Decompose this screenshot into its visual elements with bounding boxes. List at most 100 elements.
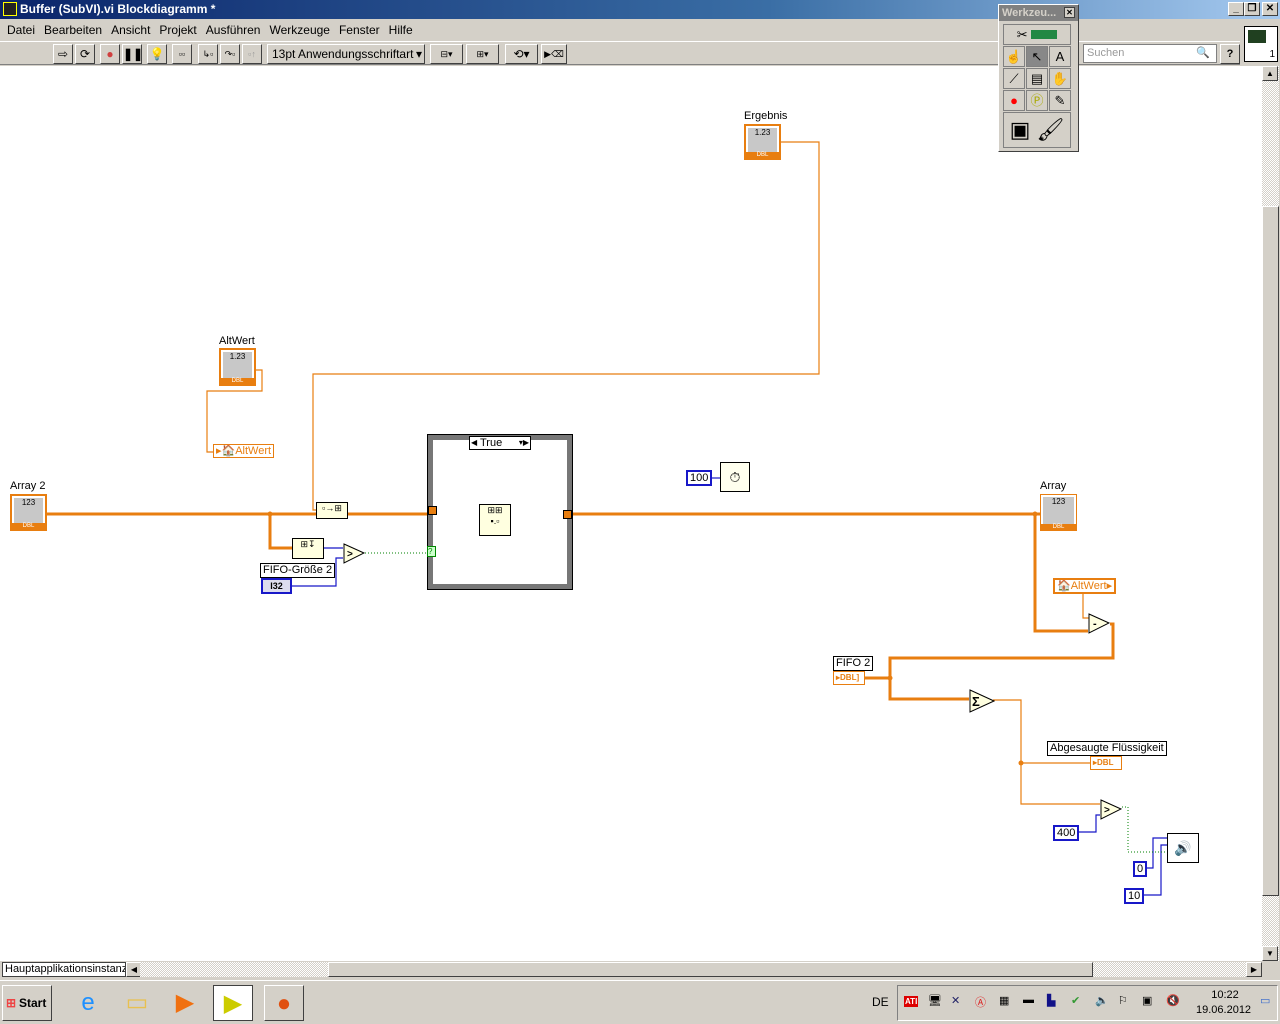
wire-array-to-subtract [1033,514,1088,633]
operate-tool-icon[interactable]: ☝ [1003,46,1025,67]
greater-than-node-2[interactable]: > [1100,799,1123,823]
shortcut-menu-tool-icon[interactable]: ▤ [1026,68,1048,89]
fifo2-control[interactable]: ▸DBL] [833,671,865,685]
case-selector[interactable]: ◀ True ▾▶ [469,436,531,450]
wire-0 [1145,837,1168,869]
palette-close-icon[interactable]: ✕ [1064,7,1075,18]
app-icon[interactable]: ▙ [1047,994,1055,1007]
array-label: Array [1040,480,1067,492]
scroll-tool-icon[interactable]: ✋ [1049,68,1071,89]
network-icon[interactable]: ▣ [1142,994,1152,1007]
case-selector-terminal: ? [427,546,436,557]
fifo-size-control[interactable]: I32 [261,578,292,594]
ergebnis-label: Ergebnis [744,110,788,122]
dbl-tag: DBL [1041,524,1076,530]
case-next-icon[interactable]: ▾▶ [519,437,529,449]
vertical-scrollbar[interactable]: ▲ ▼ [1262,66,1279,961]
position-tool-icon[interactable]: ↖ [1026,46,1048,67]
network-card-icon[interactable]: ▬ [1023,994,1034,1006]
dbl-tag: DBL [12,523,45,529]
case-input-tunnel [428,506,437,515]
case-output-tunnel [563,510,572,519]
tools-palette: Werkzeu... ✕ ✂ ☝ ↖ A ⟋ ▤ ✋ ● Ⓟ ✎ ▣ 🖌 [998,4,1079,152]
taskbar: ⊞ Start e ▭ ▶ ▶ ● DE ATI 🖥 ✕ Ⓐ ▦ ▬ ▙ ✔ 🔈 … [0,980,1280,1024]
subtract-node[interactable]: - [1088,613,1111,637]
windows-logo-icon: ⊞ [6,996,17,1010]
clock-date[interactable]: 19.06.2012 [1196,1004,1251,1016]
altwert-label: AltWert [219,335,255,347]
altwert-local-variable-write[interactable]: ▸🏠AltWert [213,444,275,458]
wire-400 [1077,814,1100,833]
const-100[interactable]: 100 [686,470,713,486]
display-icon[interactable]: 🖥 [928,994,942,1007]
array-indicator[interactable]: 123 DBL [1040,494,1077,531]
abgesaugt-indicator[interactable]: ▸DBL [1090,756,1122,770]
wiring-tool-icon[interactable]: ⟋ [1003,68,1025,89]
greater-than-node[interactable]: > [343,543,366,567]
abgesaugt-label: Abgesaugte Flüssigkeit [1047,741,1167,756]
dbl-tag: DBL [221,378,254,384]
volume-icon[interactable]: 🔈 [1095,994,1109,1007]
muted-speaker-icon[interactable]: 🔇 [1166,994,1180,1007]
const-400[interactable]: 400 [1053,825,1080,841]
fifo2-type: DBL [840,673,857,682]
const-0[interactable]: 0 [1133,861,1148,877]
text-tool-icon[interactable]: A [1049,46,1071,67]
close-button[interactable]: ✕ [1262,2,1278,16]
safely-remove-icon[interactable]: ✔ [1071,994,1080,1007]
language-indicator[interactable]: DE [872,995,889,1009]
breakpoint-tool-icon[interactable]: ● [1003,90,1025,111]
num-icon: 1.23 [754,128,771,137]
clock-time[interactable]: 10:22 [1210,989,1240,1001]
ati-icon[interactable]: ATI [904,996,919,1007]
start-button[interactable]: ⊞ Start [2,985,52,1021]
antivirus-icon[interactable]: Ⓐ [975,994,986,1010]
fifo2-label: FIFO 2 [833,656,874,671]
horizontal-scrollbar[interactable]: ▶ [140,962,1262,977]
wire-fifo2 [865,676,969,701]
show-desktop-icon[interactable]: ▭ [1260,994,1270,1007]
coloring-tool-icon[interactable]: ▣ 🖌 [1003,112,1071,148]
wait-ms-icon[interactable]: ⏱ [720,462,750,492]
system-tray: ATI 🖥 ✕ Ⓐ ▦ ▬ ▙ ✔ 🔈 ⚐ ▣ 🔇 10:22 19.06.20… [897,985,1278,1021]
array-subset-node[interactable]: ⊞⊞ ▪.▫ [479,504,511,536]
array-icon: 123 [1051,497,1066,506]
array2-label: Array 2 [10,480,46,492]
case-prev-icon[interactable]: ◀ [471,437,477,449]
array-size-node[interactable]: ⊞↧ [292,538,324,559]
tool-icon[interactable]: ▦ [999,994,1009,1007]
action-center-flag-icon[interactable]: ⚐ [1118,994,1128,1007]
color-copy-tool-icon[interactable]: ✎ [1049,90,1071,111]
media-player-icon[interactable]: ▶ [165,985,205,1021]
svg-text:>: > [1104,805,1110,816]
altwert-indicator[interactable]: 1.23 DBL [219,348,256,386]
horizontal-scroll-thumb[interactable] [328,962,1093,977]
scroll-up-button[interactable]: ▲ [1262,66,1278,81]
explorer-folder-icon[interactable]: ▭ [117,985,157,1021]
scroll-right-button[interactable]: ▶ [1246,962,1262,977]
scroll-down-button[interactable]: ▼ [1262,946,1278,961]
vertical-scroll-thumb[interactable] [1262,206,1279,896]
insert-into-array-node[interactable]: ▫→⊞ [316,502,348,519]
internet-explorer-icon[interactable]: e [68,985,108,1021]
svg-text:Σ: Σ [972,694,980,709]
ergebnis-indicator[interactable]: 1.23 DBL [744,124,781,160]
wire-to-array-size [268,514,292,550]
svg-text:>: > [347,549,353,560]
fifo-size-label: FIFO-Größe 2 [260,563,336,578]
array2-control[interactable]: 123 DBL [10,494,47,531]
firefox-icon[interactable]: ● [264,985,304,1021]
tools-palette-title: Werkzeu... [1002,7,1057,19]
application-instance: Hauptapplikationsinstanz [2,962,126,977]
labview-task-icon[interactable]: ▶ [213,985,253,1021]
altwert-local-variable-read[interactable]: 🏠AltWert▸ [1053,578,1117,594]
usb-icon[interactable]: ✕ [951,994,960,1007]
start-label: Start [19,996,47,1010]
num-icon: 1.23 [229,352,246,361]
abgesaugt-type: DBL [1097,758,1114,767]
probe-tool-icon[interactable]: Ⓟ [1026,90,1048,111]
auto-tool-icon[interactable]: ✂ [1003,24,1071,45]
const-10[interactable]: 10 [1124,888,1145,904]
beep-speaker-icon[interactable]: 🔊 [1167,833,1199,863]
add-array-elements-node[interactable]: Σ [969,689,996,716]
